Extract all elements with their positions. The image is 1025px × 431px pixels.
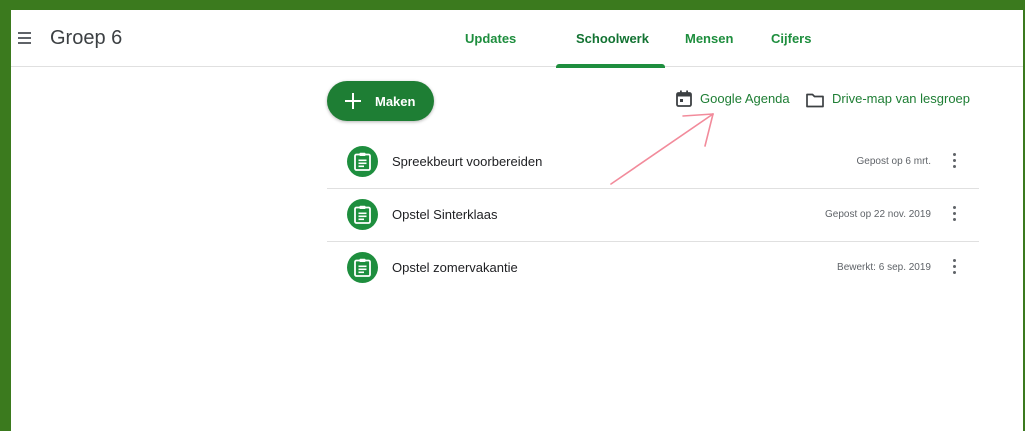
more-options-icon[interactable] [949, 153, 959, 171]
assignment-list: Spreekbeurt voorbereiden Gepost op 6 mrt… [327, 136, 979, 295]
google-calendar-label: Google Agenda [700, 91, 790, 106]
drive-folder-label: Drive-map van lesgroep [832, 91, 971, 106]
tab-updates-label: Updates [465, 31, 517, 46]
hamburger-menu-icon[interactable] [16, 26, 36, 50]
tab-mensen-label: Mensen [685, 31, 734, 46]
assignment-icon [347, 146, 378, 177]
calendar-icon [676, 90, 692, 107]
plus-icon [345, 93, 361, 109]
arrow-head-left [682, 113, 714, 117]
assignment-title: Opstel Sinterklaas [392, 207, 498, 222]
more-options-icon[interactable] [949, 259, 959, 277]
top-bar: Groep 6 Updates Schoolwerk Mensen Cijfer… [11, 10, 1023, 68]
active-tab-indicator [556, 64, 665, 68]
assignment-row[interactable]: Spreekbeurt voorbereiden Gepost op 6 mrt… [327, 136, 979, 189]
window-frame: Groep 6 Updates Schoolwerk Mensen Cijfer… [0, 0, 1025, 431]
tab-cijfers[interactable]: Cijfers [771, 10, 821, 67]
folder-icon [806, 93, 824, 108]
tab-mensen[interactable]: Mensen [685, 10, 745, 67]
assignment-date: Gepost op 22 nov. 2019 [824, 209, 931, 220]
tab-schoolwerk[interactable]: Schoolwerk [556, 10, 666, 68]
assignment-icon [347, 199, 378, 230]
assignment-row[interactable]: Opstel zomervakantie Bewerkt: 6 sep. 201… [327, 242, 979, 295]
assignment-title: Spreekbeurt voorbereiden [392, 154, 543, 169]
class-title: Groep 6 [50, 27, 123, 49]
tab-updates[interactable]: Updates [465, 10, 535, 67]
assignment-date: Bewerkt: 6 sep. 2019 [837, 262, 931, 273]
assignment-icon [347, 252, 378, 283]
tab-cijfers-label: Cijfers [771, 31, 812, 46]
more-options-icon[interactable] [949, 206, 959, 224]
assignment-row[interactable]: Opstel Sinterklaas Gepost op 22 nov. 201… [327, 189, 979, 242]
tab-schoolwerk-label: Schoolwerk [576, 31, 649, 46]
assignment-date: Gepost op 6 mrt. [856, 156, 931, 167]
create-button[interactable]: Maken [327, 81, 434, 121]
create-button-label: Maken [375, 94, 416, 109]
assignment-title: Opstel zomervakantie [392, 260, 518, 275]
